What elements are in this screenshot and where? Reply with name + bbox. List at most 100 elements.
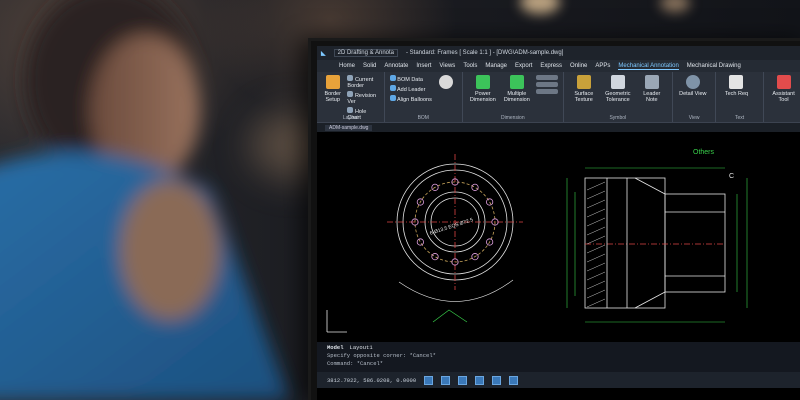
power-dimension-icon bbox=[475, 75, 490, 89]
hatch-line bbox=[586, 217, 606, 227]
hatch-line bbox=[586, 226, 606, 236]
document-tab[interactable]: ADM-sample.dwg bbox=[325, 124, 373, 131]
balloon-button[interactable] bbox=[436, 75, 456, 119]
current-border-button[interactable]: Current Border bbox=[347, 75, 378, 89]
hatch-line bbox=[586, 235, 606, 245]
assistant-tool-icon bbox=[776, 75, 791, 89]
hatch-line bbox=[586, 262, 606, 272]
snap-toggle-icon[interactable] bbox=[424, 375, 434, 385]
app-logo-icon: ◣ bbox=[321, 50, 326, 57]
geometric-tolerance-button[interactable]: Geometric Tolerance bbox=[603, 75, 633, 119]
add-leader-button[interactable]: Add Leader bbox=[389, 85, 432, 93]
bom-data-button[interactable]: BOM Data bbox=[389, 75, 432, 83]
revision-button[interactable]: Revision Ver bbox=[347, 91, 378, 105]
tech-req-icon bbox=[729, 75, 744, 89]
hatch-line bbox=[586, 298, 606, 308]
section-dimensions bbox=[566, 167, 748, 323]
ucs-icon bbox=[326, 310, 347, 333]
monitor: ◣ 2D Drafting & Annota - Standard: Frame… bbox=[308, 38, 800, 400]
align-balloons-button[interactable]: Align Balloons bbox=[389, 95, 432, 103]
group-label-layout: Layout bbox=[342, 115, 358, 121]
balloon-icon bbox=[438, 75, 453, 89]
menu-item-annotate[interactable]: Annotate bbox=[384, 63, 408, 69]
menu-item-express[interactable]: Express bbox=[540, 63, 562, 69]
border-setup-icon bbox=[325, 75, 340, 89]
group-label-dimension: Dimension bbox=[501, 115, 525, 121]
circle-dimension-label: 6-Ø13.5 EQS Ø72.5 bbox=[429, 217, 474, 237]
osnap-toggle-icon[interactable] bbox=[492, 375, 502, 385]
group-label-symbol: Symbol bbox=[609, 115, 627, 121]
layout-tabs: Model Layout1 bbox=[327, 344, 798, 352]
dimension-small-tools bbox=[535, 75, 558, 119]
group-label-view: View bbox=[688, 115, 700, 121]
bolt-hole bbox=[471, 183, 479, 191]
bolt-hole bbox=[416, 238, 424, 246]
dimension-tool-icon[interactable] bbox=[535, 82, 558, 87]
status-bar: 3812.7022, 586.0208, 0.0000 bbox=[317, 372, 800, 388]
command-window[interactable]: Model Layout1 Specify opposite corner: *… bbox=[317, 342, 800, 376]
hatch-line bbox=[586, 280, 606, 290]
hatch-line bbox=[586, 244, 606, 254]
group-label-bom: BOM bbox=[417, 115, 429, 121]
menu-item-tools[interactable]: Tools bbox=[463, 63, 477, 69]
grid-toggle-icon[interactable] bbox=[441, 375, 451, 385]
leader-note-button[interactable]: Leader Note bbox=[637, 75, 667, 119]
coordinate-readout: 3812.7022, 586.0208, 0.0000 bbox=[327, 376, 417, 384]
hatch-line bbox=[586, 181, 606, 191]
surface-texture-button[interactable]: Surface Texture bbox=[569, 75, 599, 119]
menu-bar: Home Solid Annotate Insert Views Tools Manage E… bbox=[317, 60, 800, 72]
monitor-frame: ◣ 2D Drafting & Annota - Standard: Frame… bbox=[308, 38, 800, 400]
ribbon-group-dimension: Power Dimension Multiple Dimension Dimen… bbox=[463, 72, 564, 122]
menu-item-apps[interactable]: APPs bbox=[595, 63, 610, 69]
ribbon-group-assistant: Assistant Tool bbox=[764, 72, 800, 122]
layout1-tab[interactable]: Layout1 bbox=[350, 344, 373, 352]
menu-item-solid[interactable]: Solid bbox=[363, 63, 376, 69]
hatch-line bbox=[586, 199, 606, 209]
detail-view-button[interactable]: Detail View bbox=[678, 75, 708, 119]
background-light bbox=[520, 0, 560, 14]
ribbon-group-symbol: Surface Texture Geometric Tolerance Lead… bbox=[564, 72, 673, 122]
detail-view-icon bbox=[685, 75, 700, 89]
section-view bbox=[584, 177, 726, 309]
assistant-tool-button[interactable]: Assistant Tool bbox=[769, 75, 799, 119]
group-label-text: Text bbox=[734, 115, 745, 121]
dimension-tool-icon[interactable] bbox=[535, 75, 558, 80]
menu-item-insert[interactable]: Insert bbox=[416, 63, 431, 69]
hatch-line bbox=[586, 208, 606, 218]
border-icon bbox=[347, 75, 354, 81]
command-history-line: Command: *Cancel* bbox=[327, 360, 384, 367]
ribbon-group-layout: Border Setup Current Border Revision Ver… bbox=[317, 72, 385, 122]
bolt-hole bbox=[486, 198, 494, 206]
border-setup-button[interactable]: Border Setup bbox=[322, 75, 343, 119]
menu-item-export[interactable]: Export bbox=[515, 63, 532, 69]
dimension-tool-icon[interactable] bbox=[535, 89, 558, 94]
document-tab-bar: ADM-sample.dwg bbox=[317, 123, 800, 132]
workspace-selector[interactable]: 2D Drafting & Annota bbox=[333, 49, 398, 57]
multiple-dimension-button[interactable]: Multiple Dimension bbox=[502, 75, 532, 119]
menu-item-mechanical-annotation[interactable]: Mechanical Annotation bbox=[618, 63, 679, 70]
menu-item-home[interactable]: Home bbox=[339, 63, 355, 69]
power-dimension-button[interactable]: Power Dimension bbox=[468, 75, 498, 119]
revision-icon bbox=[347, 91, 354, 97]
section-hatching bbox=[586, 181, 606, 308]
polar-toggle-icon[interactable] bbox=[475, 375, 485, 385]
section-c-label: C bbox=[729, 173, 734, 180]
drawing-canvas[interactable]: 6-Ø13.5 EQS Ø72.5 Others C bbox=[317, 132, 800, 342]
hatch-line bbox=[586, 253, 606, 263]
surface-texture-icon bbox=[576, 75, 591, 89]
window-title: - Standard: Frames [ Scale 1:1 ] - [DWG\… bbox=[406, 50, 564, 56]
bolt-hole bbox=[431, 253, 439, 261]
menu-item-manage[interactable]: Manage bbox=[485, 63, 507, 69]
lineweight-toggle-icon[interactable] bbox=[509, 375, 519, 385]
tech-req-button[interactable]: Tech Req bbox=[721, 75, 751, 119]
menu-item-views[interactable]: Views bbox=[439, 63, 455, 69]
menu-item-online[interactable]: Online bbox=[570, 63, 587, 69]
model-tab[interactable]: Model bbox=[327, 344, 344, 352]
person-silhouette bbox=[0, 0, 290, 400]
hatch-line bbox=[586, 190, 606, 200]
ribbon-group-view: Detail View View bbox=[673, 72, 717, 122]
multiple-dimension-icon bbox=[509, 75, 524, 89]
hole-chart-icon bbox=[347, 107, 354, 113]
menu-item-mechanical-drawing[interactable]: Mechanical Drawing bbox=[687, 63, 741, 69]
ortho-toggle-icon[interactable] bbox=[458, 375, 468, 385]
